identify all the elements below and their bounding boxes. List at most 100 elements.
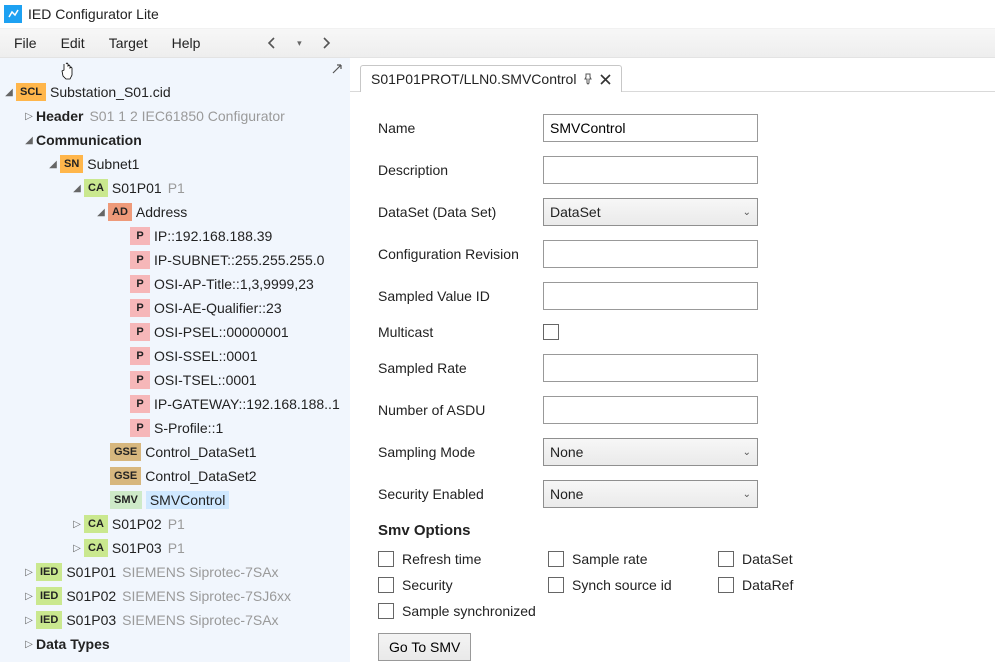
checkbox[interactable]	[548, 551, 564, 567]
input-confrev[interactable]	[543, 240, 758, 268]
input-svid[interactable]	[543, 282, 758, 310]
opt-sample-rate[interactable]: Sample rate	[548, 551, 718, 567]
node-label: OSI-AE-Qualifier::23	[154, 300, 282, 316]
chevron-down-icon: ⌄	[743, 489, 751, 500]
tree-node-p[interactable]: PIP::192.168.188.39	[0, 224, 350, 248]
tree-node-ied3[interactable]: ▷IEDS01P03SIEMENS Siprotec-7SAx	[0, 608, 350, 632]
tree-node-communication[interactable]: ◢ Communication	[0, 128, 350, 152]
tree-pane: ◢ SCL Substation_S01.cid ▷ Header S01 1 …	[0, 58, 350, 662]
tab-smvcontrol[interactable]: S01P01PROT/LLN0.SMVControl	[360, 65, 622, 92]
tree-node-header[interactable]: ▷ Header S01 1 2 IEC61850 Configurator	[0, 104, 350, 128]
select-dataset[interactable]: DataSet ⌄	[543, 198, 758, 226]
badge-p: P	[130, 275, 150, 293]
opt-label: DataRef	[742, 577, 793, 593]
tree-node-p[interactable]: POSI-AP-Title::1,3,9999,23	[0, 272, 350, 296]
opt-dataset[interactable]: DataSet	[718, 551, 828, 567]
node-label: S01P02	[66, 588, 116, 604]
badge-gse: GSE	[110, 467, 141, 485]
input-description[interactable]	[543, 156, 758, 184]
checkbox[interactable]	[718, 551, 734, 567]
input-smprate[interactable]	[543, 354, 758, 382]
checkbox[interactable]	[548, 577, 564, 593]
tree-node-datatypes[interactable]: ▷Data Types	[0, 632, 350, 656]
tree-node-ca2[interactable]: ▷CAS01P02P1	[0, 512, 350, 536]
tree-node-p[interactable]: POSI-SSEL::0001	[0, 344, 350, 368]
node-label: S01P01	[66, 564, 116, 580]
tree-node-ied2[interactable]: ▷IEDS01P02SIEMENS Siprotec-7SJ6xx	[0, 584, 350, 608]
node-sublabel: P1	[168, 540, 185, 556]
tree-toggle-icon[interactable]: ◢	[2, 87, 16, 98]
button-goto-smv[interactable]: Go To SMV	[378, 633, 471, 661]
select-security[interactable]: None ⌄	[543, 480, 758, 508]
tree-node-subnet[interactable]: ◢ SN Subnet1	[0, 152, 350, 176]
menu-help[interactable]: Help	[162, 31, 211, 55]
tree-node-gse1[interactable]: GSEControl_DataSet1	[0, 440, 350, 464]
input-name[interactable]	[543, 114, 758, 142]
tree-toggle-icon[interactable]: ▷	[22, 615, 36, 626]
node-label: S-Profile::1	[154, 420, 223, 436]
close-icon[interactable]	[600, 74, 611, 85]
tree-node-p[interactable]: POSI-PSEL::00000001	[0, 320, 350, 344]
badge-ied: IED	[36, 611, 62, 629]
tree-node-smv[interactable]: SMVSMVControl	[0, 488, 350, 512]
checkbox[interactable]	[378, 577, 394, 593]
opt-synch-source[interactable]: Synch source id	[548, 577, 718, 593]
pin-icon[interactable]	[582, 73, 594, 85]
tree-node-ied1[interactable]: ▷IEDS01P01SIEMENS Siprotec-7SAx	[0, 560, 350, 584]
checkbox[interactable]	[378, 603, 394, 619]
label-description: Description	[378, 162, 543, 178]
tree: ◢ SCL Substation_S01.cid ▷ Header S01 1 …	[0, 58, 350, 662]
tree-node-address[interactable]: ◢ AD Address	[0, 200, 350, 224]
tree-toggle-icon[interactable]: ◢	[70, 183, 84, 194]
app-icon	[4, 5, 22, 23]
collapse-pane-icon[interactable]	[328, 60, 346, 78]
tree-toggle-icon[interactable]: ◢	[22, 135, 36, 146]
tree-toggle-icon[interactable]: ▷	[22, 567, 36, 578]
input-nasdu[interactable]	[543, 396, 758, 424]
menu-target[interactable]: Target	[99, 31, 158, 55]
node-label: S01P03	[112, 540, 162, 556]
nav-back-icon[interactable]	[258, 31, 286, 55]
node-label: S01P01	[112, 180, 162, 196]
badge-ied: IED	[36, 563, 62, 581]
tree-node-ca3[interactable]: ▷CAS01P03P1	[0, 536, 350, 560]
opt-dataref[interactable]: DataRef	[718, 577, 828, 593]
menu-file[interactable]: File	[4, 31, 47, 55]
checkbox[interactable]	[378, 551, 394, 567]
node-label: Substation_S01.cid	[50, 84, 171, 100]
tree-toggle-icon[interactable]: ▷	[22, 639, 36, 650]
tree-toggle-icon[interactable]: ◢	[46, 159, 60, 170]
tree-toggle-icon[interactable]: ▷	[22, 111, 36, 122]
nav-forward-icon[interactable]	[312, 31, 340, 55]
opt-security[interactable]: Security	[378, 577, 548, 593]
node-label: OSI-PSEL::00000001	[154, 324, 289, 340]
tree-toggle-icon[interactable]: ▷	[70, 543, 84, 554]
tree-node-scl-root[interactable]: ◢ SCL Substation_S01.cid	[0, 80, 350, 104]
tree-node-p[interactable]: PIP-SUBNET::255.255.255.0	[0, 248, 350, 272]
section-title-smvopts: Smv Options	[378, 522, 967, 539]
tree-node-gse2[interactable]: GSEControl_DataSet2	[0, 464, 350, 488]
tree-node-p[interactable]: POSI-TSEL::0001	[0, 368, 350, 392]
menu-edit[interactable]: Edit	[51, 31, 95, 55]
tree-toggle-icon[interactable]: ▷	[22, 591, 36, 602]
menubar: File Edit Target Help ▾	[0, 28, 995, 58]
tree-node-p[interactable]: PIP-GATEWAY::192.168.188..1	[0, 392, 350, 416]
badge-p: P	[130, 419, 150, 437]
select-smpmod[interactable]: None ⌄	[543, 438, 758, 466]
checkbox-multicast[interactable]	[543, 324, 559, 340]
nav-recent-dropdown[interactable]: ▾	[290, 31, 308, 55]
node-label: Data Types	[36, 636, 110, 652]
opt-refresh-time[interactable]: Refresh time	[378, 551, 548, 567]
opt-sample-sync[interactable]: Sample synchronized	[378, 603, 828, 619]
tree-toggle-icon[interactable]: ▷	[70, 519, 84, 530]
node-label: IP-SUBNET::255.255.255.0	[154, 252, 324, 268]
tree-node-p[interactable]: PS-Profile::1	[0, 416, 350, 440]
node-label: IP-GATEWAY::192.168.188..1	[154, 396, 340, 412]
badge-p: P	[130, 323, 150, 341]
opt-label: DataSet	[742, 551, 793, 567]
node-label: Control_DataSet2	[145, 468, 256, 484]
tree-node-p[interactable]: POSI-AE-Qualifier::23	[0, 296, 350, 320]
tree-node-ca1[interactable]: ◢ CA S01P01 P1	[0, 176, 350, 200]
checkbox[interactable]	[718, 577, 734, 593]
tree-toggle-icon[interactable]: ◢	[94, 207, 108, 218]
